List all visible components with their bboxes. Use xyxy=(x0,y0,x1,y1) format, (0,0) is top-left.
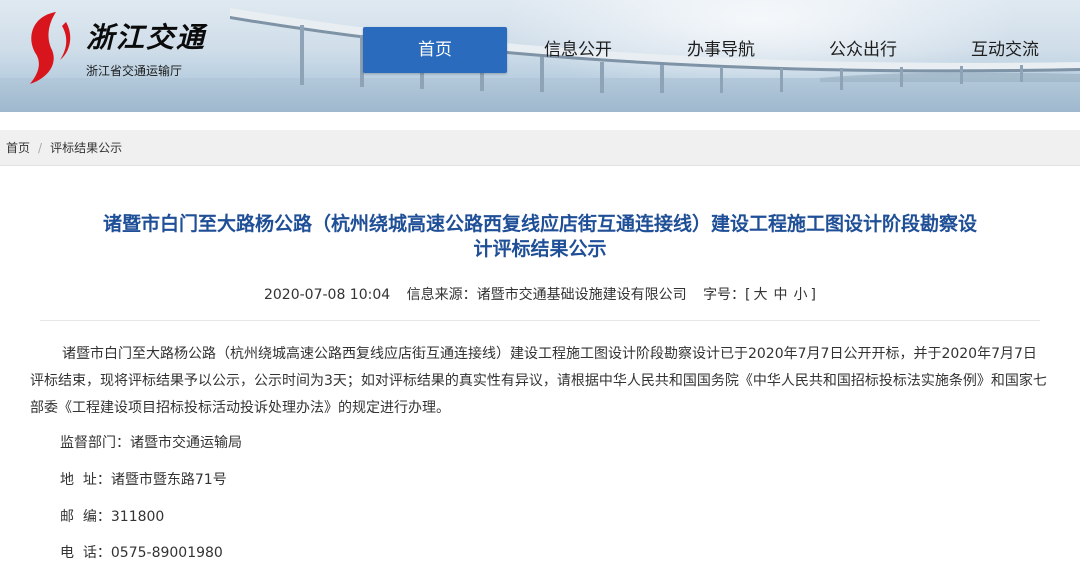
breadcrumb-home-link[interactable]: 首页 xyxy=(6,141,30,155)
breadcrumb: 首页 / 评标结果公示 xyxy=(0,130,1080,166)
nav-item-interaction[interactable]: 互动交流 xyxy=(960,27,1050,73)
supervisor-line: 监督部门：诸暨市交通运输局 xyxy=(60,435,242,451)
font-size-label: 字号：[ xyxy=(703,287,751,303)
article-title-line1: 诸暨市白门至大路杨公路（杭州绕城高速公路西复线应店街互通连接线）建设工程施工图设… xyxy=(102,213,977,235)
font-size-close-bracket: ] xyxy=(810,287,816,303)
font-size-large-button[interactable]: 大 xyxy=(754,287,768,303)
article-title: 诸暨市白门至大路杨公路（杭州绕城高速公路西复线应店街互通连接线）建设工程施工图设… xyxy=(20,212,1060,262)
meta-divider xyxy=(40,320,1040,321)
logo-subtitle: 浙江省交通运输厅 xyxy=(86,64,183,78)
site-header: 浙江交通 浙江省交通运输厅 首页 信息公开 办事导航 公众出行 互动交流 xyxy=(0,0,1080,112)
site-logo[interactable]: 浙江交通 浙江省交通运输厅 xyxy=(22,8,222,88)
address-line: 地 址：诸暨市暨东路71号 xyxy=(60,472,227,488)
nav-item-public-travel[interactable]: 公众出行 xyxy=(818,27,908,73)
nav-item-service-guide[interactable]: 办事导航 xyxy=(676,27,766,73)
logo-mark-icon xyxy=(30,12,71,84)
article-title-line2: 计评标结果公示 xyxy=(473,238,607,260)
font-size-medium-button[interactable]: 中 xyxy=(774,287,788,303)
font-size-control: 字号：[大中小] xyxy=(703,287,816,303)
breadcrumb-separator: / xyxy=(38,141,43,155)
publish-date: 2020-07-08 10:04 xyxy=(263,287,391,303)
nav-item-home[interactable]: 首页 xyxy=(363,27,507,73)
breadcrumb-current-link[interactable]: 评标结果公示 xyxy=(50,141,122,155)
postcode-line: 邮 编：311800 xyxy=(60,509,165,525)
nav-item-info-disclosure[interactable]: 信息公开 xyxy=(533,27,623,73)
info-source: 信息来源：诸暨市交通基础设施建设有限公司 xyxy=(406,287,687,303)
article-body-paragraph: 诸暨市白门至大路杨公路（杭州绕城高速公路西复线应店街互通连接线）建设工程施工图设… xyxy=(30,346,1047,416)
logo-title: 浙江交通 xyxy=(86,21,207,54)
font-size-small-button[interactable]: 小 xyxy=(794,287,808,303)
phone-line: 电 话：0575-89001980 xyxy=(60,545,223,561)
article-meta: 2020-07-08 10:04 信息来源：诸暨市交通基础设施建设有限公司 字号… xyxy=(0,284,1080,304)
